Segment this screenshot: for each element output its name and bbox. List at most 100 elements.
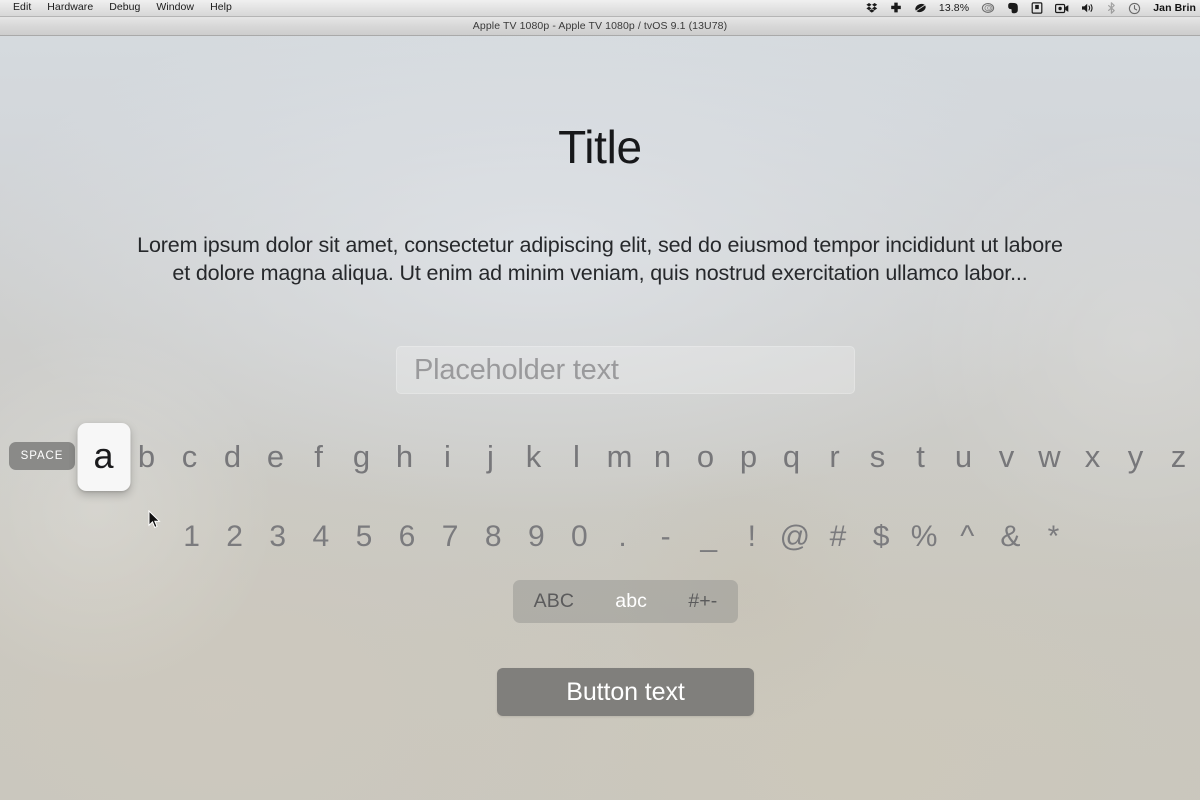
primary-button[interactable]: Button text bbox=[497, 668, 754, 716]
keyboard-key-b[interactable]: b bbox=[125, 439, 168, 475]
keyboard-key-s[interactable]: s bbox=[856, 439, 899, 475]
bluetooth-icon[interactable] bbox=[1101, 0, 1122, 16]
keyboard-key-q[interactable]: q bbox=[770, 439, 813, 475]
keyboard-key-label: 4 bbox=[312, 520, 330, 553]
keyboard-alpha-strip: abcdefghi jklmnopqrstuvwxyz bbox=[77, 421, 1200, 493]
keyboard-key-f[interactable]: f bbox=[297, 439, 340, 475]
keyboard-key-_[interactable]: _ bbox=[687, 519, 730, 555]
keyboard-key-![interactable]: ! bbox=[730, 519, 773, 555]
keyboard-key-4[interactable]: 4 bbox=[299, 519, 342, 555]
clock-icon[interactable] bbox=[1122, 0, 1147, 16]
keyboard-key-j[interactable]: j bbox=[469, 439, 512, 475]
keyboard-key-label: w bbox=[1038, 439, 1061, 474]
menu-item-window[interactable]: Window bbox=[148, 0, 202, 16]
keyboard-key-8[interactable]: 8 bbox=[472, 519, 515, 555]
keyboard-key-y[interactable]: y bbox=[1114, 439, 1157, 475]
keyboard-key-l[interactable]: l bbox=[555, 439, 598, 475]
keyboard-key-e[interactable]: e bbox=[254, 439, 297, 475]
simulator-screenshot: Edit Hardware Debug Window Help 13.8% Ja… bbox=[0, 0, 1200, 800]
keyboard-key-g[interactable]: g bbox=[340, 439, 383, 475]
menu-bar-status-group: 13.8% Jan Brin bbox=[860, 0, 1200, 16]
simulator-window-titlebar[interactable]: Apple TV 1080p - Apple TV 1080p / tvOS 9… bbox=[0, 17, 1200, 36]
keyboard-key-label: k bbox=[525, 439, 542, 474]
keyboard-mode-selector: ABC abc #+- bbox=[513, 580, 738, 623]
keyboard-key-label: @ bbox=[779, 520, 811, 553]
spiral-icon[interactable] bbox=[975, 0, 1001, 16]
keyboard-mode-option-abc[interactable]: ABC bbox=[530, 590, 578, 613]
keyboard-key-c[interactable]: c bbox=[168, 439, 211, 475]
volume-icon[interactable] bbox=[1075, 0, 1101, 16]
keyboard-key-label: & bbox=[1000, 520, 1021, 553]
menu-item-help[interactable]: Help bbox=[202, 0, 240, 16]
keyboard-key-n[interactable]: n bbox=[641, 439, 684, 475]
keyboard-key-label: $ bbox=[872, 520, 890, 553]
keyboard-key-2[interactable]: 2 bbox=[213, 519, 256, 555]
menu-item-hardware[interactable]: Hardware bbox=[39, 0, 101, 16]
keyboard-key-o[interactable]: o bbox=[684, 439, 727, 475]
keyboard-mode-option-abc[interactable]: abc bbox=[611, 590, 651, 613]
keyboard-key-label: ^ bbox=[960, 520, 975, 553]
keyboard-key-label: b bbox=[137, 439, 156, 474]
keyboard-key-i[interactable]: i bbox=[426, 439, 469, 475]
mouse-cursor bbox=[148, 509, 161, 529]
medical-cross-icon[interactable] bbox=[884, 0, 908, 16]
keyboard-key-^[interactable]: ^ bbox=[946, 519, 989, 555]
battery-percentage: 13.8% bbox=[933, 0, 975, 16]
keyboard-key-t[interactable]: t bbox=[899, 439, 942, 475]
keyboard-key-w[interactable]: w bbox=[1028, 439, 1071, 475]
keyboard-key--[interactable]: - bbox=[644, 519, 687, 555]
leaf-icon[interactable] bbox=[908, 0, 933, 16]
keyboard-key-label: 2 bbox=[226, 520, 243, 553]
evernote-elephant-icon[interactable] bbox=[1001, 0, 1025, 16]
keyboard-key-v[interactable]: v bbox=[985, 439, 1028, 475]
keyboard-key-label: v bbox=[998, 439, 1015, 474]
keyboard-mode-option-[interactable]: #+- bbox=[684, 590, 721, 613]
keyboard-key-z[interactable]: z bbox=[1157, 439, 1200, 475]
battery-percentage-label: 13.8% bbox=[938, 2, 970, 14]
keyboard-key-$[interactable]: $ bbox=[860, 519, 903, 555]
notebook-icon[interactable] bbox=[1025, 0, 1049, 16]
keyboard-key-label: t bbox=[916, 439, 925, 474]
menu-bar-left-group: Edit Hardware Debug Window Help bbox=[0, 0, 240, 16]
body-paragraph: Lorem ipsum dolor sit amet, consectetur … bbox=[137, 233, 1063, 285]
keyboard-key-label: e bbox=[266, 439, 285, 474]
keyboard-key-1[interactable]: 1 bbox=[170, 519, 213, 555]
keyboard-key-0[interactable]: 0 bbox=[558, 519, 601, 555]
keyboard-key-label: d bbox=[223, 439, 242, 474]
menu-bar-user-name[interactable]: Jan Brin bbox=[1147, 2, 1198, 14]
keyboard-key-6[interactable]: 6 bbox=[385, 519, 428, 555]
keyboard-key-%[interactable]: % bbox=[903, 519, 946, 555]
search-input[interactable]: Placeholder text bbox=[396, 346, 855, 394]
keyboard-key-#[interactable]: # bbox=[816, 519, 859, 555]
keyboard-key-p[interactable]: p bbox=[727, 439, 770, 475]
tvos-screen: Title Lorem ipsum dolor sit amet, consec… bbox=[0, 36, 1200, 800]
keyboard-symbol-row: 1 2 3 4 5 6 7 8 9 0. - _! @ # $% ^ & * bbox=[170, 514, 1075, 560]
keyboard-key-.[interactable]: . bbox=[601, 519, 644, 555]
keyboard-key-u[interactable]: u bbox=[942, 439, 985, 475]
menu-item-edit[interactable]: Edit bbox=[5, 0, 39, 16]
keyboard-key-label: g bbox=[352, 439, 371, 474]
keyboard-key-7[interactable]: 7 bbox=[429, 519, 472, 555]
keyboard-key-label: s bbox=[869, 439, 886, 474]
keyboard-key-label: u bbox=[954, 439, 973, 474]
keyboard-key-x[interactable]: x bbox=[1071, 439, 1114, 475]
keyboard-key-space[interactable]: SPACE bbox=[9, 442, 75, 470]
keyboard-key-@[interactable]: @ bbox=[773, 519, 816, 555]
screen-record-icon[interactable] bbox=[1049, 0, 1075, 16]
keyboard-key-&[interactable]: & bbox=[989, 519, 1032, 555]
keyboard-key-label: 5 bbox=[355, 520, 373, 553]
keyboard-key-*[interactable]: * bbox=[1032, 519, 1075, 555]
keyboard-key-h[interactable]: h bbox=[383, 439, 426, 475]
keyboard-key-d[interactable]: d bbox=[211, 439, 254, 475]
keyboard-key-a[interactable]: a bbox=[77, 423, 130, 491]
keyboard-key-5[interactable]: 5 bbox=[342, 519, 385, 555]
keyboard-key-9[interactable]: 9 bbox=[515, 519, 558, 555]
keyboard-key-label: n bbox=[653, 439, 672, 474]
keyboard-alpha-row: SPACE abcdefghi jklmnopqrstuvwxyz bbox=[0, 421, 1200, 493]
dropbox-icon[interactable] bbox=[860, 0, 884, 16]
keyboard-key-r[interactable]: r bbox=[813, 439, 856, 475]
keyboard-key-m[interactable]: m bbox=[598, 439, 641, 475]
keyboard-key-3[interactable]: 3 bbox=[256, 519, 299, 555]
menu-item-debug[interactable]: Debug bbox=[101, 0, 148, 16]
keyboard-key-k[interactable]: k bbox=[512, 439, 555, 475]
